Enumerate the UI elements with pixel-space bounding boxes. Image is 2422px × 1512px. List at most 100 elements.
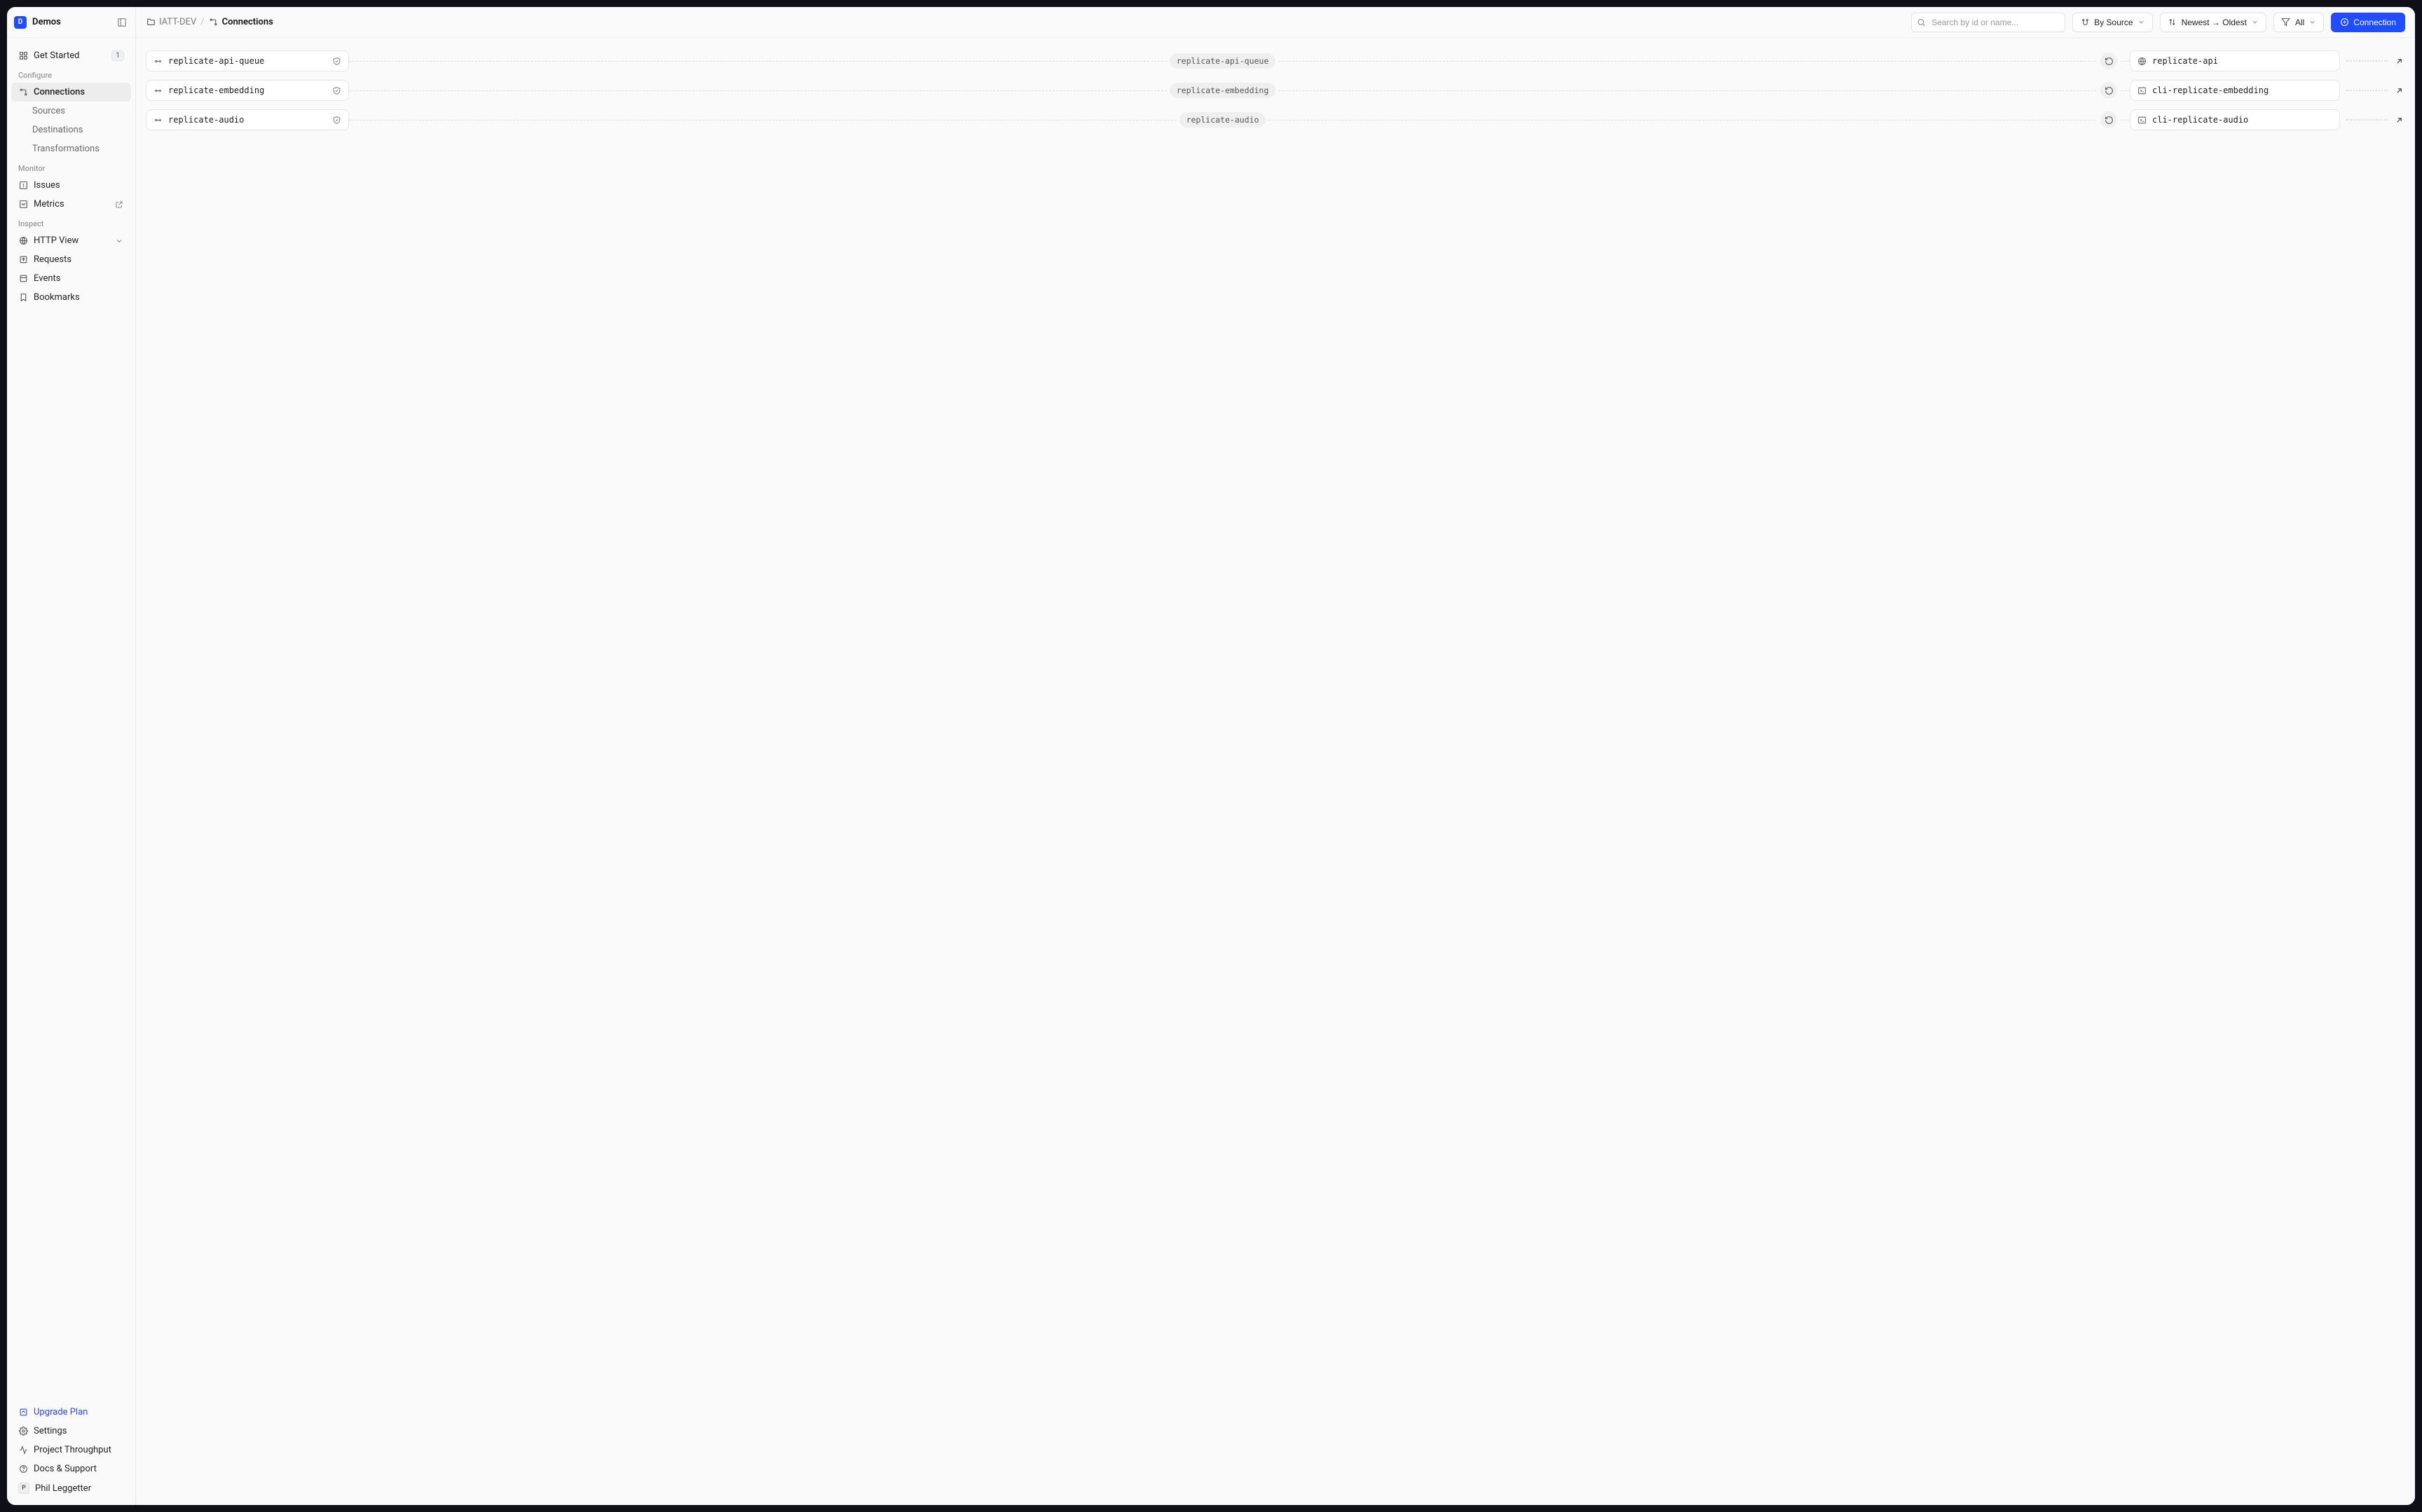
connections-list: replicate-api-queue replicate-api-queue re… [136,38,2415,1505]
retry-icon[interactable] [2100,111,2117,128]
connection-name-pill[interactable]: replicate-embedding [1170,83,1276,98]
nav-label: Issues [34,180,60,191]
breadcrumb-current-label: Connections [222,17,273,27]
retry-icon[interactable] [2100,82,2117,99]
source-name: replicate-embedding [168,85,264,95]
requests-icon [18,255,28,265]
terminal-icon [2137,116,2147,125]
open-arrow-icon[interactable] [2393,85,2405,97]
globe-icon [18,236,28,246]
retry-icon[interactable] [2100,53,2117,69]
search-input[interactable] [1911,13,2065,32]
connection-name-pill[interactable]: replicate-audio [1179,112,1266,128]
nav-transformations[interactable]: Transformations [11,139,131,158]
nav-requests[interactable]: Requests [11,250,131,269]
breadcrumb: IATT-DEV / Connections [146,17,273,27]
source-icon [153,116,163,125]
bookmark-icon [18,293,28,303]
nav-settings[interactable]: Settings [11,1422,131,1441]
filter-button[interactable]: All [2273,13,2324,32]
connection-row: replicate-audio replicate-audio cli-replic… [146,109,2405,130]
source-icon [153,57,163,66]
source-card[interactable]: replicate-api-queue [146,50,349,71]
source-name: replicate-audio [168,115,244,125]
sort-button[interactable]: Newest → Oldest [2160,13,2266,32]
open-arrow-icon[interactable] [2393,114,2405,126]
nav-bookmarks[interactable]: Bookmarks [11,288,131,307]
section-inspect: Inspect [11,214,131,231]
nav-connections[interactable]: Connections [11,83,131,102]
nav-user[interactable]: P Phil Leggetter [11,1478,131,1498]
group-icon [2080,18,2090,27]
nav-events[interactable]: Events [11,269,131,288]
nav-throughput[interactable]: Project Throughput [11,1441,131,1459]
nav-sources[interactable]: Sources [11,102,131,121]
nav-label: Connections [34,87,85,97]
filter-label: All [2295,18,2304,27]
metrics-icon [18,200,28,209]
events-track [2346,90,2388,91]
get-started-count-badge: 1 [111,50,124,61]
connection-name-pill[interactable]: replicate-api-queue [1170,53,1276,69]
source-card[interactable]: replicate-embedding [146,80,349,101]
terminal-icon [2137,86,2147,95]
source-card[interactable]: replicate-audio [146,109,349,130]
avatar: P [18,1483,29,1494]
nav-destinations[interactable]: Destinations [11,121,131,139]
nav-upgrade[interactable]: Upgrade Plan [11,1403,131,1422]
section-configure: Configure [11,65,131,83]
connections-icon [18,88,28,97]
nav-label: Settings [34,1426,67,1436]
workspace-badge: D [14,16,27,29]
destination-name: replicate-api [2152,56,2218,66]
connection-row: replicate-api-queue replicate-api-queue re… [146,50,2405,71]
create-connection-button[interactable]: Connection [2331,13,2405,32]
shield-check-icon [332,57,341,66]
help-icon [18,1464,28,1474]
main: IATT-DEV / Connections [136,7,2415,1505]
breadcrumb-current: Connections [209,17,273,27]
nav-issues[interactable]: Issues [11,176,131,195]
grid-icon [18,51,28,61]
plus-circle-icon [2340,18,2349,27]
nav-http-view[interactable]: HTTP View [11,231,131,250]
group-by-button[interactable]: By Source [2072,13,2152,32]
sort-icon [2168,18,2177,27]
open-arrow-icon[interactable] [2393,55,2405,67]
destination-card[interactable]: cli-replicate-embedding [2130,80,2340,101]
destination-name: cli-replicate-audio [2152,115,2248,125]
filter-icon [2281,18,2291,27]
shield-check-icon [332,86,341,95]
sidebar-body: Get Started 1 Configure Connections Sour… [7,38,135,1400]
workspace-switcher[interactable]: D Demos [7,7,135,38]
nav-label: Project Throughput [34,1445,111,1455]
breadcrumb-folder-label: IATT-DEV [159,17,196,27]
user-name: Phil Leggetter [35,1483,91,1494]
app-root: D Demos Get Started 1 Configure Connect [7,7,2415,1505]
shield-check-icon [332,116,341,125]
external-link-icon [114,200,124,209]
globe-icon [2137,57,2147,66]
group-by-label: By Source [2094,18,2133,27]
nav-label: Upgrade Plan [34,1407,88,1417]
folder-icon [146,18,156,27]
destination-card[interactable]: replicate-api [2130,50,2340,71]
nav-docs-support[interactable]: Docs & Support [11,1459,131,1478]
activity-icon [18,1445,28,1455]
sidebar-footer: Upgrade Plan Settings Project Throughput… [7,1400,135,1505]
nav-label: Requests [34,254,71,265]
nav-metrics[interactable]: Metrics [11,195,131,214]
search-icon [1917,18,1926,27]
destination-card[interactable]: cli-replicate-audio [2130,109,2340,130]
nav-label: Bookmarks [34,292,80,303]
events-icon [18,274,28,284]
breadcrumb-folder[interactable]: IATT-DEV [146,17,196,27]
nav-get-started[interactable]: Get Started 1 [11,46,131,65]
sidebar-collapse-icon[interactable] [116,16,128,29]
connections-icon [209,18,219,27]
sidebar: D Demos Get Started 1 Configure Connect [7,7,136,1505]
nav-label: Get Started [34,50,79,61]
search-field[interactable] [1911,13,2065,32]
source-icon [153,86,163,95]
connection-row: replicate-embedding replicate-embedding cl… [146,80,2405,101]
